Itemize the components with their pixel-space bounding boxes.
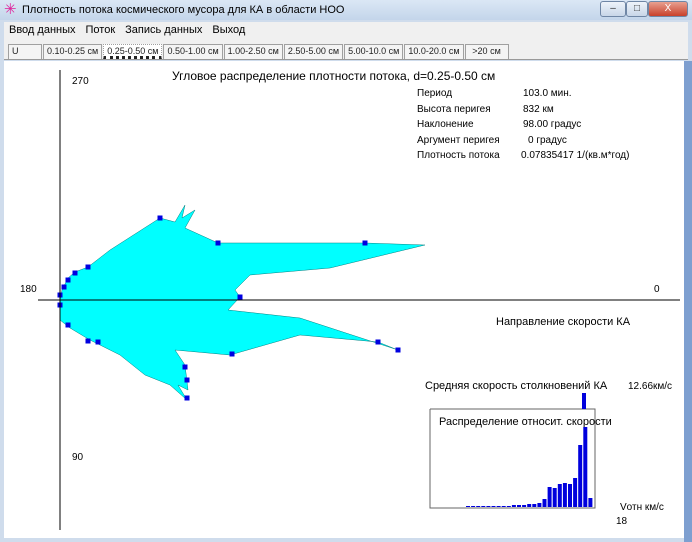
param-label: Высота перигея: [417, 103, 491, 115]
histogram-xmax: 18: [616, 516, 628, 527]
data-point-marker: [95, 339, 101, 345]
histogram-bar: [568, 484, 572, 507]
param-value: 98.00 градус: [523, 119, 582, 130]
param-label: Плотность потока: [417, 150, 500, 161]
histogram-bar: [496, 506, 501, 507]
param-value: 832 км: [523, 103, 554, 115]
data-point-marker: [395, 347, 401, 353]
param-value: 0.07835417 1/(кв.м*год): [521, 150, 630, 161]
histogram-bar: [527, 504, 532, 507]
data-point-marker: [184, 377, 190, 383]
histogram-bar: [471, 506, 476, 507]
data-point-marker: [61, 284, 67, 290]
histogram-bar: [557, 484, 562, 507]
velocity-direction-label: Направление скорости КА: [496, 316, 631, 328]
data-point-marker: [85, 338, 91, 344]
histogram-bar: [573, 478, 578, 507]
data-point-marker: [85, 264, 91, 270]
param-label: Наклонение: [417, 119, 474, 130]
histogram-bar: [552, 488, 557, 507]
param-label: Период: [417, 88, 453, 99]
histogram-bar: [522, 505, 527, 507]
histogram-bar: [578, 445, 583, 507]
histogram-bar: [537, 503, 542, 507]
histogram-xlabel: Vотн км/с: [620, 502, 664, 513]
histogram-bar: [583, 427, 588, 507]
flux-density-area: [59, 204, 426, 401]
histogram-title: Распределение относит. скорости: [439, 416, 612, 428]
plot-title: Угловое распределение плотности потока, …: [172, 69, 495, 83]
data-point-marker: [237, 294, 243, 300]
histogram-bar: [547, 487, 552, 507]
data-point-marker: [157, 215, 163, 221]
histogram-bar: [588, 498, 593, 507]
param-value: 0 градус: [528, 134, 567, 146]
data-point-marker: [215, 240, 221, 246]
data-point-marker: [65, 322, 71, 328]
polar-chart: 270 180 0 90 Угловое распределение плотн…: [20, 69, 680, 530]
data-point-marker: [229, 351, 235, 357]
histogram-bar: [501, 506, 506, 507]
data-point-marker: [72, 270, 78, 276]
histogram-bar: [542, 499, 547, 507]
mean-velocity-marker: [582, 393, 586, 409]
histogram-bar: [517, 505, 521, 507]
histogram-bar: [511, 505, 516, 507]
histogram-bar: [486, 506, 491, 507]
angle-label-270: 270: [72, 76, 89, 87]
histogram-bar: [476, 506, 481, 507]
angle-label-90: 90: [72, 452, 84, 463]
data-point-marker: [362, 240, 368, 246]
histogram-bar: [532, 504, 537, 507]
angle-label-180: 180: [20, 284, 37, 295]
histogram-bar: [491, 506, 496, 507]
mean-velocity-value: 12.66км/с: [628, 381, 672, 392]
histogram-bar: [466, 506, 470, 507]
data-point-marker: [184, 395, 190, 401]
data-point-marker: [65, 277, 71, 283]
param-value: 103.0 мин.: [523, 88, 572, 99]
histogram-bar: [506, 506, 511, 507]
histogram-bar: [562, 483, 567, 507]
data-point-marker: [375, 339, 381, 345]
data-point-marker: [182, 364, 188, 370]
param-label: Аргумент перигея: [417, 134, 500, 146]
angle-label-0: 0: [654, 284, 660, 295]
mean-velocity-label: Средняя скорость столкновений КА: [425, 380, 608, 392]
histogram-bar: [481, 506, 486, 507]
